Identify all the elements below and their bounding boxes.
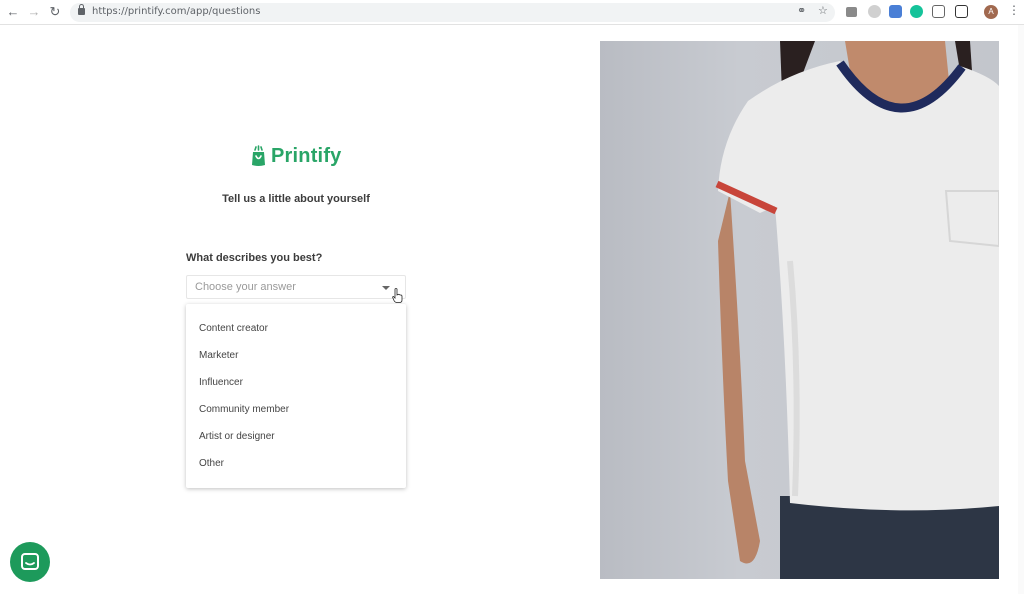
option-artist-or-designer[interactable]: Artist or designer — [199, 429, 275, 445]
select-placeholder: Choose your answer — [195, 281, 296, 293]
camera-extension-icon[interactable] — [846, 7, 857, 17]
code-extension-icon[interactable] — [889, 5, 902, 18]
option-influencer[interactable]: Influencer — [199, 375, 243, 391]
browser-menu-icon[interactable]: ⋮ — [1008, 3, 1020, 17]
browser-toolbar: ← → ↻ https://printify.com/app/questions… — [0, 0, 1024, 25]
hero-image — [600, 41, 999, 579]
profile-avatar[interactable]: A — [984, 5, 998, 19]
pen-extension-icon[interactable] — [955, 5, 968, 18]
page-tagline: Tell us a little about yourself — [222, 193, 370, 205]
reload-icon[interactable]: ↻ — [47, 4, 63, 20]
lock-icon — [78, 4, 85, 15]
forward-arrow-icon[interactable]: → — [26, 4, 42, 20]
grammarly-extension-icon[interactable] — [910, 5, 923, 18]
chat-launcher-button[interactable] — [10, 542, 50, 582]
chat-icon — [21, 553, 39, 570]
address-bar[interactable]: https://printify.com/app/questions ⚭ ☆ — [70, 3, 835, 22]
key-icon[interactable]: ⚭ — [797, 4, 806, 17]
answer-select[interactable]: Choose your answer — [186, 275, 406, 299]
chevron-down-icon[interactable] — [382, 286, 390, 290]
back-arrow-icon[interactable]: ← — [5, 4, 21, 20]
question-label: What describes you best? — [186, 252, 323, 264]
url-text: https://printify.com/app/questions — [92, 6, 261, 17]
option-content-creator[interactable]: Content creator — [199, 321, 268, 337]
printify-logo-icon — [252, 145, 265, 166]
answer-options-menu: Content creator Marketer Influencer Comm… — [186, 304, 406, 488]
brand-name: Printify — [271, 144, 342, 167]
screen-extension-icon[interactable] — [932, 5, 945, 18]
option-other[interactable]: Other — [199, 456, 224, 472]
scrollbar[interactable] — [1018, 25, 1024, 594]
tshirt-photo — [715, 41, 999, 579]
info-extension-icon[interactable] — [868, 5, 881, 18]
hand-cursor-icon — [392, 288, 403, 303]
printify-logo: Printify — [250, 143, 342, 169]
star-icon[interactable]: ☆ — [818, 4, 828, 17]
option-community-member[interactable]: Community member — [199, 402, 289, 418]
option-marketer[interactable]: Marketer — [199, 348, 238, 364]
